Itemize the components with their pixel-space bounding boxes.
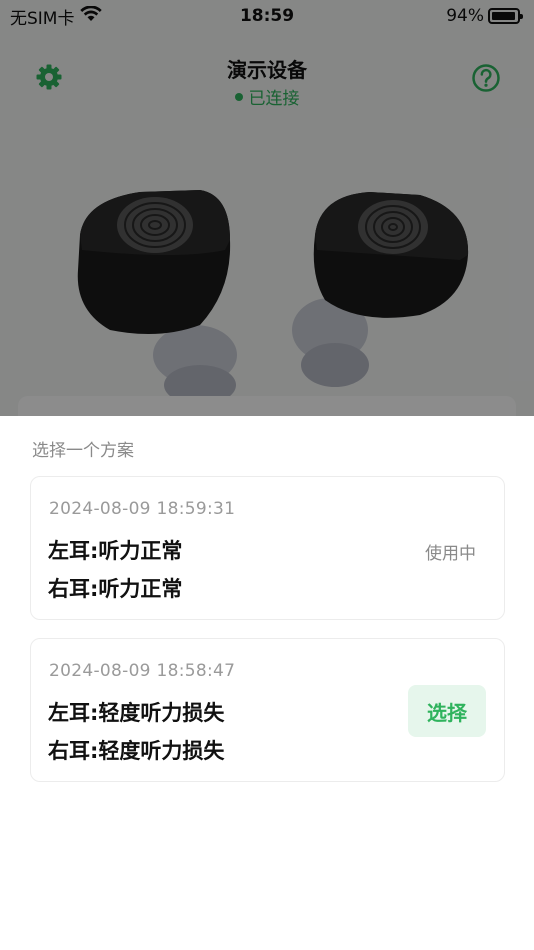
plan-right-ear: 右耳:听力正常 bbox=[48, 577, 183, 601]
screen: 无SIM卡 18:59 94% 演示设备 已连接 选择一个方案 2024-08-… bbox=[0, 0, 534, 950]
plan-card[interactable]: 2024-08-09 18:58:47 左耳:轻度听力损失 右耳:轻度听力损失 … bbox=[30, 638, 505, 782]
plan-right-ear: 右耳:轻度听力损失 bbox=[48, 739, 225, 763]
plan-card[interactable]: 2024-08-09 18:59:31 左耳:听力正常 右耳:听力正常 使用中 bbox=[30, 476, 505, 620]
plan-left-ear: 左耳:轻度听力损失 bbox=[48, 701, 225, 725]
in-use-label: 使用中 bbox=[425, 544, 476, 564]
plan-date: 2024-08-09 18:58:47 bbox=[49, 661, 236, 681]
plan-left-ear: 左耳:听力正常 bbox=[48, 539, 183, 563]
select-plan-button[interactable]: 选择 bbox=[408, 685, 486, 737]
sheet-title: 选择一个方案 bbox=[32, 441, 134, 461]
plan-date: 2024-08-09 18:59:31 bbox=[49, 499, 236, 519]
plan-selection-sheet: 选择一个方案 2024-08-09 18:59:31 左耳:听力正常 右耳:听力… bbox=[0, 416, 534, 950]
device-panel: 无SIM卡 18:59 94% 演示设备 已连接 bbox=[0, 0, 534, 416]
dim-overlay[interactable] bbox=[0, 0, 534, 416]
